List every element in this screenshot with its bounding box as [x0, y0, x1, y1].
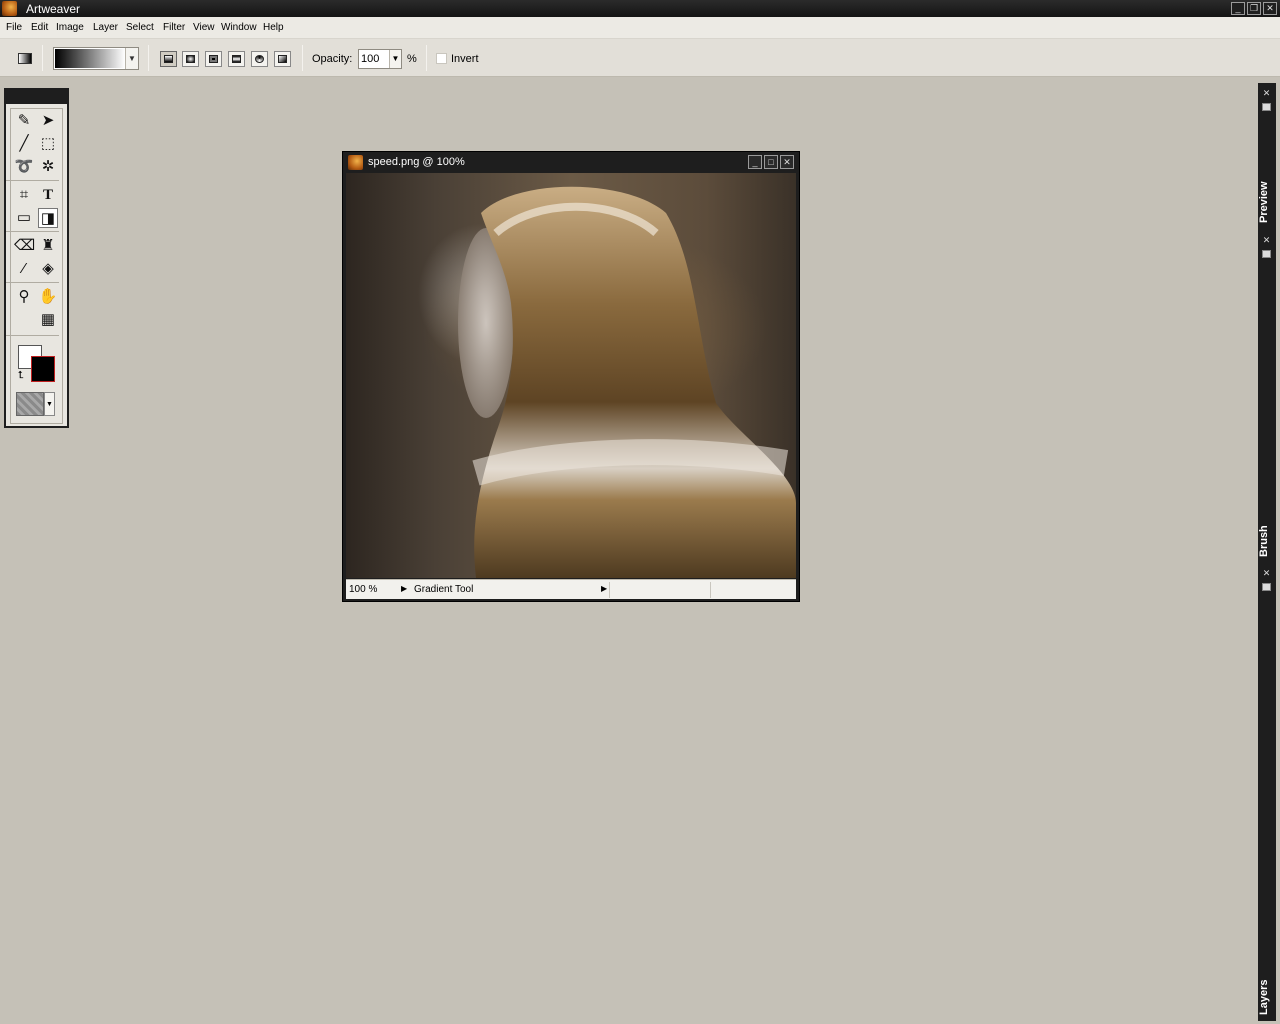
lasso-icon[interactable]: ➰ — [14, 157, 34, 177]
status-tool-name: Gradient Tool — [414, 584, 474, 595]
menu-window[interactable]: Window — [221, 22, 257, 33]
title-bar: Artweaver _ ❐ ✕ — [0, 0, 1280, 17]
close-icon[interactable]: ✕ — [1260, 234, 1273, 246]
separator — [42, 45, 43, 71]
toolbox-header[interactable] — [6, 90, 67, 104]
restore-button[interactable]: ❐ — [1247, 2, 1261, 15]
panel-tab-preview[interactable]: Preview — [1258, 178, 1276, 226]
panel-tab-brush[interactable]: Brush — [1258, 521, 1276, 561]
status-bar: 100 % ▶ Gradient Tool ▶ — [346, 579, 796, 599]
gradient-picker[interactable]: ▼ — [53, 47, 139, 70]
magic-wand-icon[interactable]: ✲ — [38, 157, 58, 177]
painting — [458, 186, 796, 578]
menu-edit[interactable]: Edit — [31, 22, 48, 33]
minimize-panel-icon[interactable] — [1262, 103, 1271, 111]
menu-image[interactable]: Image — [56, 22, 84, 33]
move-icon[interactable]: ➤ — [38, 111, 58, 131]
invert-checkbox[interactable] — [436, 53, 447, 64]
clone-stamp-icon[interactable]: ♜ — [38, 236, 58, 256]
tool-preset-gradient-icon[interactable] — [18, 53, 32, 64]
document-icon — [348, 155, 363, 170]
paint-bucket-icon[interactable]: ◈ — [38, 259, 58, 279]
separator — [426, 45, 427, 71]
app-title: Artweaver — [26, 2, 81, 16]
document-title: speed.png @ 100% — [368, 156, 465, 168]
doc-maximize-button[interactable]: □ — [764, 155, 778, 169]
crop-icon[interactable]: ⌗ — [14, 185, 34, 205]
minimize-panel-icon[interactable] — [1262, 583, 1271, 591]
menu-layer[interactable]: Layer — [93, 22, 118, 33]
spiral-gradient-button[interactable] — [251, 51, 268, 67]
separator — [302, 45, 303, 71]
paper-texture-swatch[interactable] — [16, 392, 44, 416]
linear-gradient-button[interactable] — [160, 51, 177, 67]
swap-colors-icon[interactable]: ⮤ — [18, 370, 24, 381]
rectangle-icon[interactable]: ▭ — [14, 208, 34, 228]
opacity-value: 100 — [361, 53, 380, 65]
eraser-icon[interactable]: ⌫ — [14, 236, 35, 256]
chevron-down-icon[interactable]: ▼ — [44, 392, 55, 416]
app-icon — [2, 1, 17, 16]
line-icon[interactable]: ╱ — [14, 134, 34, 154]
reflected-gradient-button[interactable] — [228, 51, 245, 67]
grid-icon[interactable]: ▦ — [38, 310, 58, 330]
opacity-label: Opacity: — [312, 53, 353, 65]
menu-select[interactable]: Select — [126, 22, 154, 33]
minimize-panel-icon[interactable] — [1262, 250, 1271, 258]
diamond-gradient-button[interactable] — [274, 51, 291, 67]
menu-bar: File Edit Image Layer Select Filter View… — [0, 17, 1280, 39]
document-window: speed.png @ 100% _ □ ✕ 100 % ▶ Gradient … — [342, 151, 800, 602]
percent-label: % — [407, 53, 417, 65]
square-gradient-button[interactable] — [205, 51, 222, 67]
chevron-down-icon[interactable]: ▼ — [125, 48, 138, 69]
rect-select-icon[interactable]: ⬚ — [38, 134, 58, 154]
zoom-icon[interactable]: ⚲ — [14, 287, 34, 307]
menu-view[interactable]: View — [193, 22, 215, 33]
minimize-button[interactable]: _ — [1231, 2, 1245, 15]
chevron-down-icon[interactable]: ▼ — [389, 50, 401, 68]
doc-minimize-button[interactable]: _ — [748, 155, 762, 169]
menu-filter[interactable]: Filter — [163, 22, 185, 33]
menu-file[interactable]: File — [6, 22, 22, 33]
status-menu-arrow-icon[interactable]: ▶ — [601, 584, 607, 593]
opacity-input[interactable]: 100 ▼ — [358, 49, 402, 69]
brush-icon[interactable]: ✎ — [14, 111, 34, 131]
separator — [148, 45, 149, 71]
panel-tab-layers[interactable]: Layers — [1258, 976, 1276, 1018]
hand-icon[interactable]: ✋ — [38, 287, 58, 307]
image-canvas[interactable] — [346, 173, 796, 578]
zoom-menu-arrow-icon[interactable]: ▶ — [401, 584, 407, 593]
gradient-swatch — [55, 49, 125, 68]
close-button[interactable]: ✕ — [1263, 2, 1277, 15]
close-icon[interactable]: ✕ — [1260, 567, 1273, 579]
radial-gradient-button[interactable] — [182, 51, 199, 67]
gradient-icon[interactable]: ◨ — [38, 208, 58, 228]
invert-label: Invert — [451, 53, 479, 65]
zoom-readout[interactable]: 100 % — [349, 584, 377, 595]
close-icon[interactable]: ✕ — [1260, 87, 1273, 99]
background-color-swatch[interactable] — [31, 356, 55, 382]
menu-help[interactable]: Help — [263, 22, 284, 33]
text-icon[interactable]: T — [38, 185, 58, 205]
panel-dock: ✕ Preview ✕ Brush ✕ Layers — [1258, 83, 1276, 1021]
doc-close-button[interactable]: ✕ — [780, 155, 794, 169]
eyedropper-icon[interactable]: ⁄ — [14, 259, 34, 279]
